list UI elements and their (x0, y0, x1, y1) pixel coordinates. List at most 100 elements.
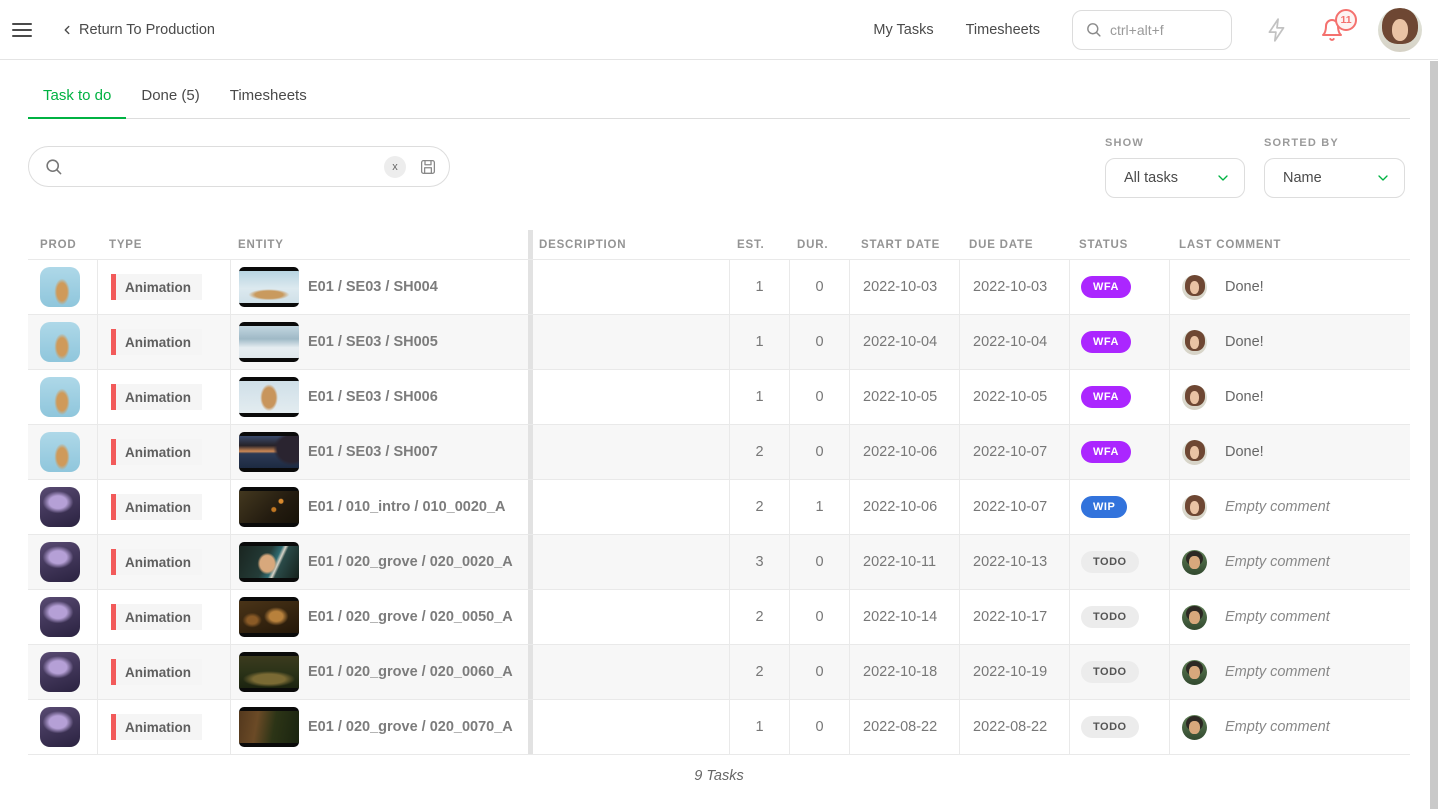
task-type-cell: Animation (97, 480, 230, 534)
table-row[interactable]: Animation E01 / 010_intro / 010_0020_A 2… (28, 479, 1410, 534)
menu-hamburger-icon[interactable] (12, 23, 32, 37)
entity-cell: E01 / SE03 / SH004 (230, 260, 528, 314)
entity-name-link[interactable]: E01 / SE03 / SH005 (308, 334, 438, 350)
entity-cell: E01 / 020_grove / 020_0060_A (230, 645, 528, 699)
clear-filter-button[interactable]: x (384, 156, 406, 178)
due-date-cell: 2022-10-07 (959, 425, 1069, 479)
column-header-dur: DUR. (789, 239, 849, 251)
start-date-cell: 2022-08-22 (849, 700, 959, 754)
save-filter-icon[interactable] (419, 158, 437, 176)
status-cell: WFA (1069, 260, 1169, 314)
quick-actions-zap-icon[interactable] (1264, 17, 1290, 43)
return-to-production-link[interactable]: Return To Production (60, 22, 215, 38)
tab-task-to-do[interactable]: Task to do (28, 87, 126, 119)
last-comment-cell: Empty comment (1169, 590, 1410, 644)
table-row[interactable]: Animation E01 / SE03 / SH005 1 0 2022-10… (28, 314, 1410, 369)
status-badge[interactable]: TODO (1081, 551, 1139, 573)
task-type-label: Animation (116, 274, 202, 300)
duration-cell: 0 (789, 535, 849, 589)
last-comment-cell: Empty comment (1169, 535, 1410, 589)
last-comment-text: Empty comment (1225, 499, 1330, 515)
status-badge[interactable]: TODO (1081, 716, 1139, 738)
vertical-scrollbar[interactable] (1430, 61, 1438, 809)
commenter-avatar (1182, 715, 1207, 740)
entity-cell: E01 / 020_grove / 020_0070_A (230, 700, 528, 754)
top-bar: Return To Production My Tasks Timesheets… (0, 0, 1438, 60)
production-thumbnail (40, 377, 80, 417)
status-badge[interactable]: TODO (1081, 661, 1139, 683)
column-header-est: EST. (729, 239, 789, 251)
table-row[interactable]: Animation E01 / SE03 / SH004 1 0 2022-10… (28, 259, 1410, 314)
entity-name-link[interactable]: E01 / 020_grove / 020_0070_A (308, 719, 513, 735)
tab-done[interactable]: Done (5) (126, 87, 214, 118)
estimation-cell: 1 (729, 700, 789, 754)
duration-cell: 0 (789, 700, 849, 754)
entity-name-link[interactable]: E01 / 020_grove / 020_0020_A (308, 554, 513, 570)
task-type-cell: Animation (97, 315, 230, 369)
description-cell (533, 590, 729, 644)
sorted-by-label: SORTED BY (1264, 137, 1339, 149)
due-date-cell: 2022-10-03 (959, 260, 1069, 314)
task-type-badge: Animation (111, 494, 202, 520)
nav-timesheets[interactable]: Timesheets (966, 22, 1040, 38)
status-cell: WFA (1069, 315, 1169, 369)
duration-cell: 0 (789, 260, 849, 314)
status-badge[interactable]: TODO (1081, 606, 1139, 628)
status-badge[interactable]: WFA (1081, 331, 1131, 353)
start-date-cell: 2022-10-06 (849, 480, 959, 534)
entity-name-link[interactable]: E01 / SE03 / SH004 (308, 279, 438, 295)
duration-cell: 1 (789, 480, 849, 534)
column-header-last-comment: LAST COMMENT (1169, 239, 1410, 251)
entity-name-link[interactable]: E01 / 020_grove / 020_0050_A (308, 609, 513, 625)
estimation-cell: 2 (729, 590, 789, 644)
task-type-badge: Animation (111, 274, 202, 300)
entity-name-link[interactable]: E01 / SE03 / SH007 (308, 444, 438, 460)
shot-thumbnail-frame (239, 656, 299, 688)
entity-name-link[interactable]: E01 / 020_grove / 020_0060_A (308, 664, 513, 680)
status-badge[interactable]: WFA (1081, 441, 1131, 463)
last-comment-text: Empty comment (1225, 719, 1330, 735)
global-search-input[interactable] (1110, 22, 1215, 38)
table-row[interactable]: Animation E01 / 020_grove / 020_0060_A 2… (28, 644, 1410, 699)
sort-dropdown[interactable]: Name (1264, 158, 1405, 198)
task-filter-input[interactable] (73, 159, 384, 175)
commenter-avatar (1182, 550, 1207, 575)
last-comment-text: Empty comment (1225, 664, 1330, 680)
description-cell (533, 425, 729, 479)
task-type-badge: Animation (111, 604, 202, 630)
task-type-label: Animation (116, 549, 202, 575)
global-search-box[interactable] (1072, 10, 1232, 50)
duration-cell: 0 (789, 370, 849, 424)
chevron-left-icon (60, 23, 74, 37)
tab-timesheets[interactable]: Timesheets (215, 87, 322, 118)
last-comment-cell: Empty comment (1169, 645, 1410, 699)
due-date-cell: 2022-10-04 (959, 315, 1069, 369)
show-filter-dropdown[interactable]: All tasks (1105, 158, 1245, 198)
table-body: Animation E01 / SE03 / SH004 1 0 2022-10… (28, 259, 1410, 755)
due-date-cell: 2022-10-19 (959, 645, 1069, 699)
table-row[interactable]: Animation E01 / 020_grove / 020_0070_A 1… (28, 699, 1410, 754)
notifications-bell-icon[interactable]: 11 (1320, 18, 1344, 42)
chevron-down-icon (1375, 170, 1391, 186)
status-badge[interactable]: WFA (1081, 276, 1131, 298)
entity-name-link[interactable]: E01 / 010_intro / 010_0020_A (308, 499, 506, 515)
commenter-avatar (1182, 495, 1207, 520)
last-comment-text: Done! (1225, 334, 1264, 350)
table-row[interactable]: Animation E01 / 020_grove / 020_0050_A 2… (28, 589, 1410, 644)
start-date-cell: 2022-10-05 (849, 370, 959, 424)
task-type-badge: Animation (111, 384, 202, 410)
nav-my-tasks[interactable]: My Tasks (873, 22, 933, 38)
status-badge[interactable]: WFA (1081, 386, 1131, 408)
table-row[interactable]: Animation E01 / SE03 / SH006 1 0 2022-10… (28, 369, 1410, 424)
last-comment-cell: Done! (1169, 260, 1410, 314)
duration-cell: 0 (789, 590, 849, 644)
table-row[interactable]: Animation E01 / SE03 / SH007 2 0 2022-10… (28, 424, 1410, 479)
production-cell (28, 315, 97, 369)
status-badge[interactable]: WIP (1081, 496, 1127, 518)
task-type-cell: Animation (97, 535, 230, 589)
entity-name-link[interactable]: E01 / SE03 / SH006 (308, 389, 438, 405)
task-type-badge: Animation (111, 329, 202, 355)
table-row[interactable]: Animation E01 / 020_grove / 020_0020_A 3… (28, 534, 1410, 589)
user-avatar[interactable] (1378, 8, 1422, 52)
chevron-down-icon (1215, 170, 1231, 186)
